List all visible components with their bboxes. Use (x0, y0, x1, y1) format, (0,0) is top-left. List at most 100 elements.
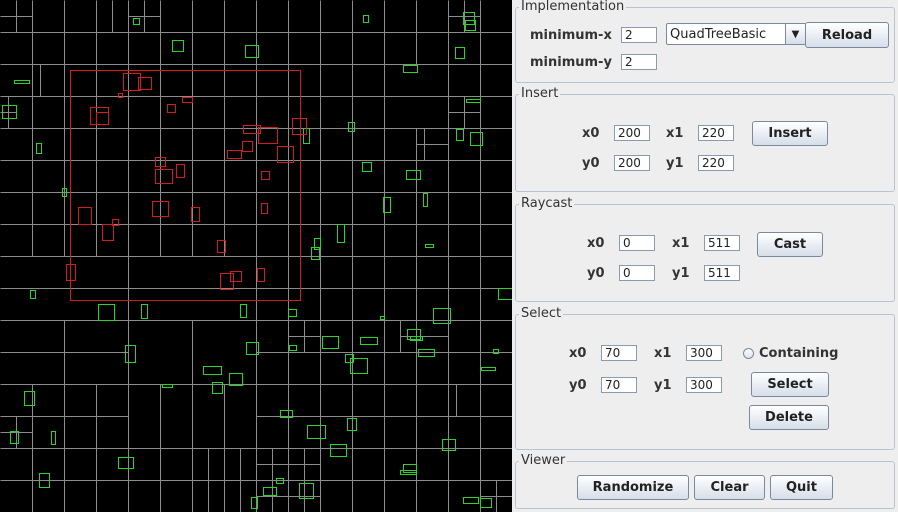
object-rect (14, 80, 30, 84)
object-rect (51, 431, 56, 445)
object-rect (30, 290, 36, 299)
selected-object-rect (243, 125, 261, 134)
randomize-button[interactable]: Randomize (577, 475, 689, 500)
select-panel: Select x0 x1 y0 y1 Containing Select Del… (515, 306, 895, 450)
raycast-y0-label: y0 (587, 266, 605, 281)
object-rect (406, 170, 421, 180)
object-rect (455, 47, 465, 59)
raycast-y0-field[interactable] (619, 265, 655, 281)
containing-label: Containing (759, 346, 839, 361)
object-rect (337, 224, 345, 243)
object-rect (307, 425, 326, 439)
object-rect (133, 18, 140, 25)
raycast-x1-label: x1 (672, 236, 690, 251)
selected-object-rect (261, 203, 268, 214)
select-x1-field[interactable] (686, 345, 722, 361)
object-rect (380, 316, 385, 320)
chevron-down-icon[interactable]: ▼ (785, 24, 805, 44)
selected-object-rect (258, 127, 278, 144)
object-rect (330, 444, 347, 457)
quit-button[interactable]: Quit (770, 475, 833, 500)
object-rect (360, 337, 378, 345)
selected-object-rect (167, 104, 176, 113)
object-rect (172, 40, 184, 52)
insert-x0-label: x0 (582, 126, 600, 141)
object-rect (463, 497, 479, 504)
object-rect (125, 345, 136, 363)
insert-y0-field[interactable] (614, 155, 650, 171)
object-rect (425, 244, 434, 248)
object-rect (98, 304, 115, 321)
selected-object-rect (90, 107, 109, 125)
select-button[interactable]: Select (751, 372, 829, 397)
raycast-x0-label: x0 (587, 236, 605, 251)
select-x1-label: x1 (654, 346, 672, 361)
quadtree-svg (0, 0, 512, 512)
viewer-panel: Viewer Randomize Clear Quit (515, 453, 895, 509)
object-rect (141, 304, 148, 319)
insert-panel: Insert x0 x1 y0 y1 Insert (515, 86, 895, 192)
object-rect (263, 487, 277, 496)
object-rect (403, 65, 418, 73)
select-y0-field[interactable] (601, 377, 637, 393)
insert-y1-field[interactable] (698, 155, 734, 171)
implementation-combobox[interactable]: QuadTreeBasic ▼ (666, 23, 806, 45)
insert-y1-label: y1 (666, 156, 684, 171)
insert-x1-field[interactable] (698, 125, 734, 141)
minimum-y-label: minimum-y (530, 55, 612, 70)
viewer-title: Viewer (519, 453, 568, 468)
object-rect (10, 431, 19, 444)
selected-object-rect (257, 268, 265, 282)
object-rect (480, 498, 492, 508)
object-rect (423, 193, 428, 207)
delete-button[interactable]: Delete (749, 405, 829, 430)
object-rect (162, 384, 173, 388)
raycast-x0-field[interactable] (619, 235, 655, 251)
raycast-x1-field[interactable] (704, 235, 740, 251)
insert-x0-field[interactable] (614, 125, 650, 141)
cast-button[interactable]: Cast (757, 232, 823, 257)
object-rect (203, 366, 222, 375)
quadtree-canvas[interactable] (0, 0, 512, 512)
select-title: Select (519, 306, 564, 321)
reload-button[interactable]: Reload (805, 22, 889, 48)
object-rect (498, 288, 512, 300)
insert-button[interactable]: Insert (752, 121, 828, 146)
insert-title: Insert (519, 86, 561, 101)
select-x0-field[interactable] (601, 345, 637, 361)
object-rect (466, 99, 481, 103)
minimum-x-label: minimum-x (530, 28, 612, 43)
object-rect (288, 309, 297, 317)
containing-radio[interactable]: Containing (743, 346, 838, 361)
selected-object-rect (182, 97, 193, 103)
minimum-y-field[interactable] (621, 54, 657, 70)
object-rect (229, 373, 243, 386)
selected-object-rect (70, 70, 301, 301)
implementation-combo-value: QuadTreeBasic (670, 27, 767, 42)
object-rect (481, 367, 496, 371)
object-rect (289, 345, 297, 351)
selected-object-rect (242, 141, 253, 152)
raycast-panel: Raycast x0 x1 y0 y1 Cast (515, 196, 895, 302)
object-rect (456, 129, 464, 141)
selected-object-rect (155, 169, 173, 184)
object-rect (403, 464, 417, 473)
select-y1-label: y1 (654, 378, 672, 393)
object-rect (363, 15, 369, 23)
raycast-title: Raycast (519, 196, 575, 211)
select-y1-field[interactable] (686, 377, 722, 393)
implementation-panel: Implementation minimum-x minimum-y QuadT… (515, 0, 895, 83)
minimum-x-field[interactable] (621, 27, 657, 43)
object-rect (362, 162, 372, 172)
selected-object-rect (292, 118, 307, 135)
radio-circle-icon[interactable] (743, 348, 754, 359)
selected-object-rect (78, 207, 92, 225)
selected-object-rect (176, 164, 185, 178)
clear-button[interactable]: Clear (694, 475, 765, 500)
insert-y0-label: y0 (582, 156, 600, 171)
raycast-y1-field[interactable] (704, 265, 740, 281)
selected-object-rect (96, 112, 109, 125)
raycast-y1-label: y1 (672, 266, 690, 281)
select-x0-label: x0 (569, 346, 587, 361)
object-rect (348, 122, 355, 132)
